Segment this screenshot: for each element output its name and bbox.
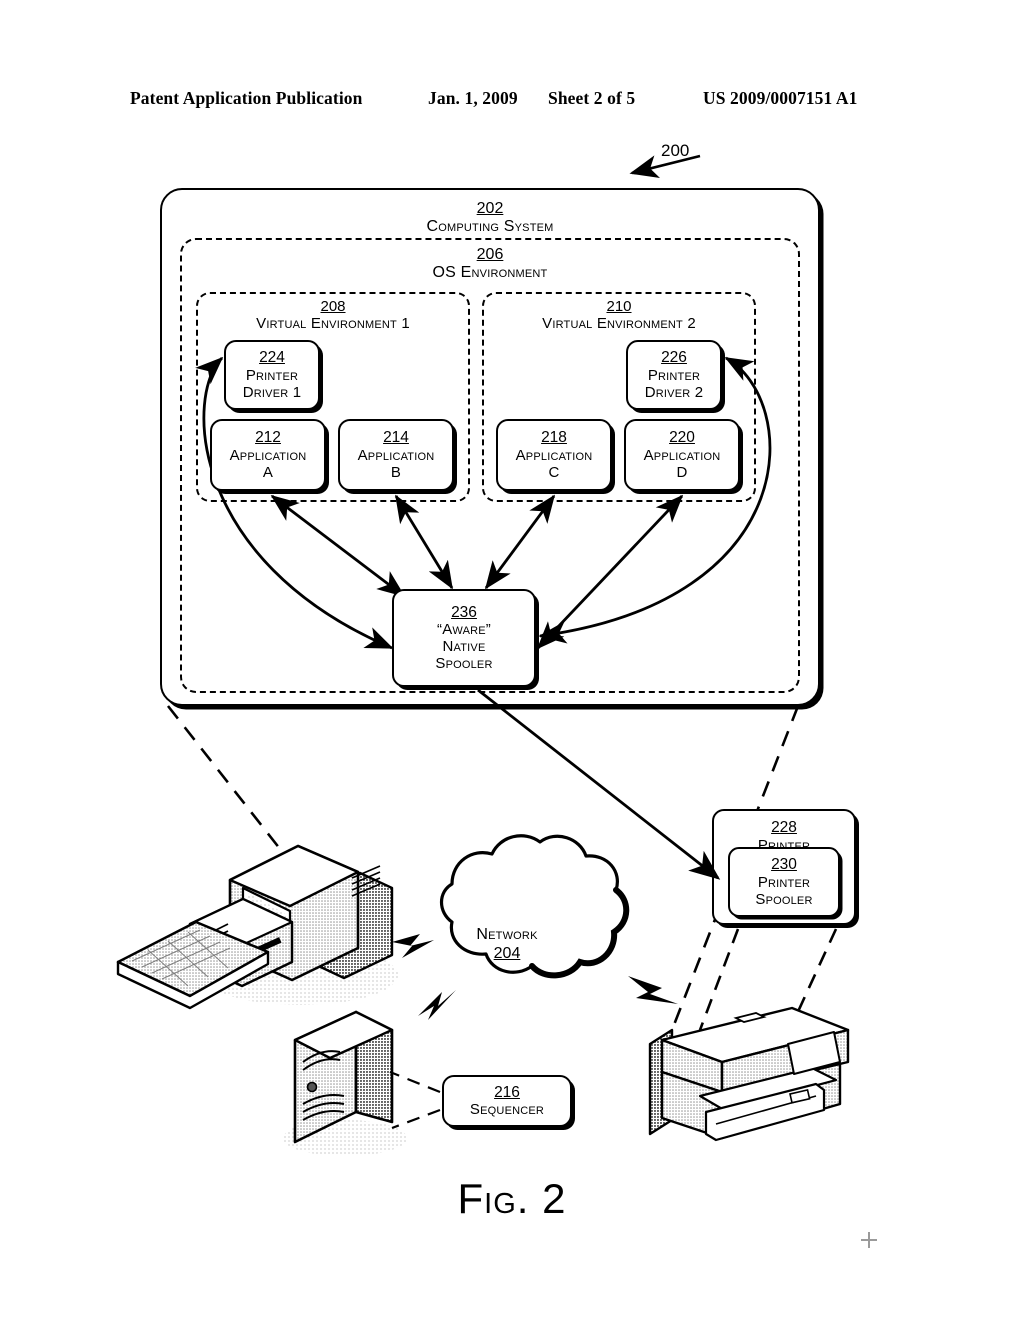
computing-system-ref: 202 — [476, 200, 504, 217]
os-environment-caption: 206 OS Environment — [182, 246, 798, 282]
header-date: Jan. 1, 2009 — [428, 88, 518, 108]
printer-driver-2-label-line1: Printer — [647, 366, 701, 384]
native-spooler-label-line2: Native — [442, 638, 486, 656]
virtual-environment-2-ref: 210 — [606, 298, 632, 315]
sequencer-label: Sequencer — [469, 1101, 545, 1119]
printer-driver-2-node: 226 Printer Driver 2 — [626, 340, 722, 410]
figure-callout-200: 200 — [661, 141, 690, 160]
application-d-node: 220 Application D — [624, 419, 740, 491]
aware-native-spooler-node: 236 “Aware” Native Spooler — [392, 589, 536, 687]
header-sheet-number: Sheet 2 of 5 — [548, 88, 636, 108]
application-b-label-line1: Application — [357, 446, 435, 464]
registration-mark — [861, 1232, 877, 1248]
printer-driver-2-ref: 226 — [661, 349, 687, 367]
application-c-node: 218 Application C — [496, 419, 612, 491]
printer-spooler-label-line1: Printer — [757, 873, 811, 891]
application-c-label-line2: C — [548, 463, 560, 481]
printer-spooler-node: 230 Printer Spooler — [728, 847, 840, 917]
virtual-environment-1-label: Virtual Environment 1 — [256, 314, 410, 332]
application-a-ref: 212 — [255, 429, 281, 447]
network-cloud-label: Network 204 — [432, 925, 582, 963]
application-d-label-line1: Application — [643, 446, 721, 464]
application-b-label-line2: B — [390, 463, 402, 481]
application-b-node: 214 Application B — [338, 419, 454, 491]
native-spooler-ref: 236 — [451, 603, 477, 621]
figure-caption: Fig. 2 — [457, 1175, 567, 1222]
desktop-computer-illustration — [116, 844, 398, 1010]
computing-system-caption: 202 Computing System — [162, 200, 818, 236]
os-environment-label: OS Environment — [432, 263, 548, 281]
computing-system-label: Computing System — [426, 217, 554, 235]
application-d-ref: 220 — [669, 429, 695, 447]
application-c-label-line1: Application — [515, 446, 593, 464]
printer-driver-1-node: 224 Printer Driver 1 — [224, 340, 320, 410]
printer-spooler-label-line2: Spooler — [755, 890, 813, 908]
printer-driver-1-ref: 224 — [259, 349, 285, 367]
os-environment-ref: 206 — [476, 246, 504, 263]
application-a-node: 212 Application A — [210, 419, 326, 491]
application-c-ref: 218 — [541, 429, 567, 447]
network-label: Network — [476, 926, 538, 943]
application-a-label-line1: Application — [229, 446, 307, 464]
native-spooler-label-line1: “Aware” — [437, 621, 491, 639]
sequencer-node: 216 Sequencer — [442, 1075, 572, 1127]
native-spooler-label-line3: Spooler — [435, 655, 493, 673]
virtual-environment-1-ref: 208 — [320, 298, 346, 315]
header-patent-number: US 2009/0007151 A1 — [703, 88, 858, 108]
printer-node: 228 Printer 230 Printer Spooler — [712, 809, 856, 925]
header-publication: Patent Application Publication — [130, 88, 363, 108]
page-header: Patent Application Publication Jan. 1, 2… — [130, 88, 894, 114]
printer-driver-1-label-line1: Printer — [245, 366, 299, 384]
application-d-label-line2: D — [676, 463, 688, 481]
virtual-environment-2-caption: 210 Virtual Environment 2 — [484, 298, 754, 333]
printer-driver-1-label-line2: Driver 1 — [242, 383, 302, 401]
printer-ref: 228 — [771, 819, 797, 836]
spooler-to-printer-arrow — [477, 688, 721, 880]
server-tower-illustration — [283, 1010, 407, 1156]
virtual-environment-1-caption: 208 Virtual Environment 1 — [198, 298, 468, 333]
network-ref: 204 — [493, 945, 521, 963]
printer-driver-2-label-line2: Driver 2 — [644, 383, 704, 401]
application-b-ref: 214 — [383, 429, 409, 447]
printer-device-illustration — [648, 1006, 850, 1142]
sequencer-ref: 216 — [494, 1083, 520, 1101]
printer-spooler-ref: 230 — [771, 856, 797, 874]
virtual-environment-2-label: Virtual Environment 2 — [542, 314, 696, 332]
application-a-label-line2: A — [262, 463, 274, 481]
